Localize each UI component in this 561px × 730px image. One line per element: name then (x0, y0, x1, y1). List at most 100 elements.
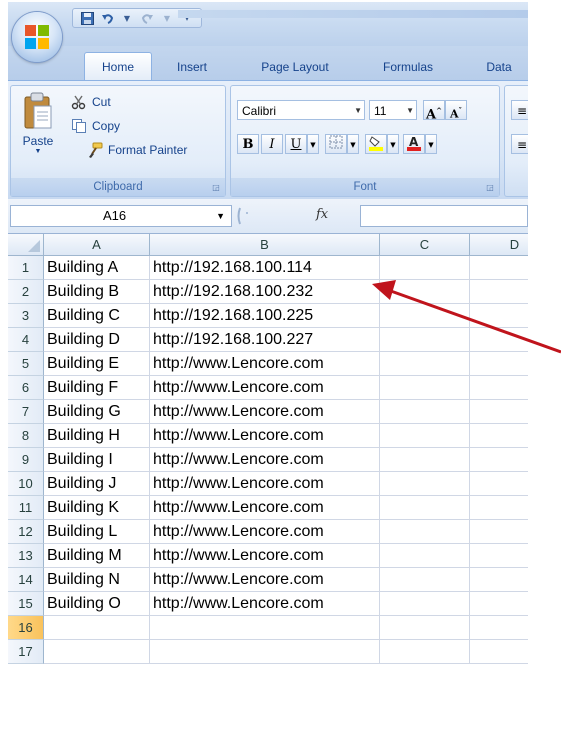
cell-d[interactable] (470, 376, 528, 400)
cell-a[interactable]: Building B (44, 280, 150, 304)
select-all-button[interactable] (8, 234, 44, 256)
cell-b[interactable]: http://www.Lencore.com (150, 448, 380, 472)
chevron-down-icon[interactable]: ▼ (216, 206, 225, 226)
row-header[interactable]: 6 (8, 376, 44, 400)
cell-d[interactable] (470, 256, 528, 280)
cell-b[interactable]: http://www.Lencore.com (150, 568, 380, 592)
cell-c[interactable] (380, 568, 470, 592)
row-header[interactable]: 13 (8, 544, 44, 568)
cell-b[interactable]: http://www.Lencore.com (150, 592, 380, 616)
chevron-down-icon[interactable]: ▼ (307, 134, 319, 154)
cell-c[interactable] (380, 472, 470, 496)
cell-d[interactable] (470, 520, 528, 544)
dialog-launcher-icon[interactable]: ◲ (485, 183, 495, 193)
cell-b[interactable]: http://www.Lencore.com (150, 400, 380, 424)
cell-b[interactable]: http://www.Lencore.com (150, 472, 380, 496)
column-header-a[interactable]: A (44, 234, 150, 256)
row-header[interactable]: 7 (8, 400, 44, 424)
formula-input[interactable] (360, 205, 528, 227)
cut-button[interactable]: Cut (71, 94, 111, 110)
cell-c[interactable] (380, 448, 470, 472)
cell-a[interactable]: Building C (44, 304, 150, 328)
cell-a[interactable]: Building A (44, 256, 150, 280)
cell-b[interactable]: http://www.Lencore.com (150, 544, 380, 568)
cell-d[interactable] (470, 304, 528, 328)
chevron-down-icon[interactable]: ▼ (119, 10, 135, 26)
row-header[interactable]: 1 (8, 256, 44, 280)
name-box[interactable]: A16 ▼ (10, 205, 232, 227)
cell-c[interactable] (380, 640, 470, 664)
row-header[interactable]: 4 (8, 328, 44, 352)
copy-button[interactable]: Copy (71, 118, 120, 134)
cell-a[interactable]: Building H (44, 424, 150, 448)
cell-b[interactable]: http://www.Lencore.com (150, 376, 380, 400)
underline-button[interactable]: U (285, 134, 307, 154)
cell-d[interactable] (470, 472, 528, 496)
row-header[interactable]: 16 (8, 616, 44, 640)
cell-b[interactable]: http://www.Lencore.com (150, 520, 380, 544)
cell-c[interactable] (380, 328, 470, 352)
cell-b[interactable]: http://192.168.100.232 (150, 280, 380, 304)
cell-a[interactable]: Building K (44, 496, 150, 520)
save-icon[interactable] (79, 10, 95, 26)
cell-a[interactable]: Building E (44, 352, 150, 376)
grow-font-button[interactable]: A^ (423, 100, 445, 122)
cell-b[interactable] (150, 616, 380, 640)
tab-home[interactable]: Home (84, 52, 152, 81)
cell-d[interactable] (470, 424, 528, 448)
cell-c[interactable] (380, 544, 470, 568)
column-header-d[interactable]: D (470, 234, 528, 256)
chevron-down-icon[interactable]: ▼ (159, 10, 175, 26)
undo-icon[interactable] (99, 10, 115, 26)
italic-button[interactable]: I (261, 134, 283, 154)
tab-insert[interactable]: Insert (166, 55, 218, 79)
cell-c[interactable] (380, 520, 470, 544)
shrink-font-button[interactable]: Aˇ (445, 100, 467, 121)
cell-d[interactable] (470, 328, 528, 352)
cell-a[interactable]: Building L (44, 520, 150, 544)
cell-b[interactable] (150, 640, 380, 664)
font-color-button[interactable]: A (403, 134, 425, 154)
tab-data[interactable]: Data (476, 55, 522, 79)
cell-c[interactable] (380, 592, 470, 616)
align-left-button[interactable]: ≡ (511, 134, 528, 154)
dialog-launcher-icon[interactable]: ◲ (211, 183, 221, 193)
cell-a[interactable]: Building O (44, 592, 150, 616)
cell-c[interactable] (380, 304, 470, 328)
chevron-down-icon[interactable]: ▼ (387, 134, 399, 154)
column-header-c[interactable]: C (380, 234, 470, 256)
cell-c[interactable] (380, 256, 470, 280)
row-header[interactable]: 8 (8, 424, 44, 448)
borders-button[interactable] (325, 134, 347, 154)
font-size-combo[interactable]: 11 ▼ (369, 100, 417, 120)
cell-a[interactable]: Building G (44, 400, 150, 424)
cell-d[interactable] (470, 352, 528, 376)
cell-a[interactable]: Building F (44, 376, 150, 400)
cell-b[interactable]: http://www.Lencore.com (150, 424, 380, 448)
column-header-b[interactable]: B (150, 234, 380, 256)
cell-a[interactable] (44, 640, 150, 664)
bold-button[interactable]: B (237, 134, 259, 154)
row-header[interactable]: 10 (8, 472, 44, 496)
row-header[interactable]: 3 (8, 304, 44, 328)
cell-b[interactable]: http://192.168.100.225 (150, 304, 380, 328)
cancel-entry-icon[interactable] (236, 205, 260, 227)
insert-function-icon[interactable]: fx (316, 207, 328, 222)
row-header[interactable]: 17 (8, 640, 44, 664)
cell-b[interactable]: http://www.Lencore.com (150, 352, 380, 376)
cell-b[interactable]: http://192.168.100.114 (150, 256, 380, 280)
cell-d[interactable] (470, 568, 528, 592)
cell-a[interactable] (44, 616, 150, 640)
cell-c[interactable] (380, 352, 470, 376)
tab-formulas[interactable]: Formulas (372, 55, 444, 79)
cell-c[interactable] (380, 280, 470, 304)
cell-d[interactable] (470, 448, 528, 472)
cell-a[interactable]: Building I (44, 448, 150, 472)
cell-c[interactable] (380, 424, 470, 448)
fill-color-button[interactable] (365, 134, 387, 154)
align-top-button[interactable]: ≡ (511, 100, 528, 120)
redo-icon[interactable] (139, 10, 155, 26)
cell-c[interactable] (380, 400, 470, 424)
cell-d[interactable] (470, 280, 528, 304)
row-header[interactable]: 14 (8, 568, 44, 592)
